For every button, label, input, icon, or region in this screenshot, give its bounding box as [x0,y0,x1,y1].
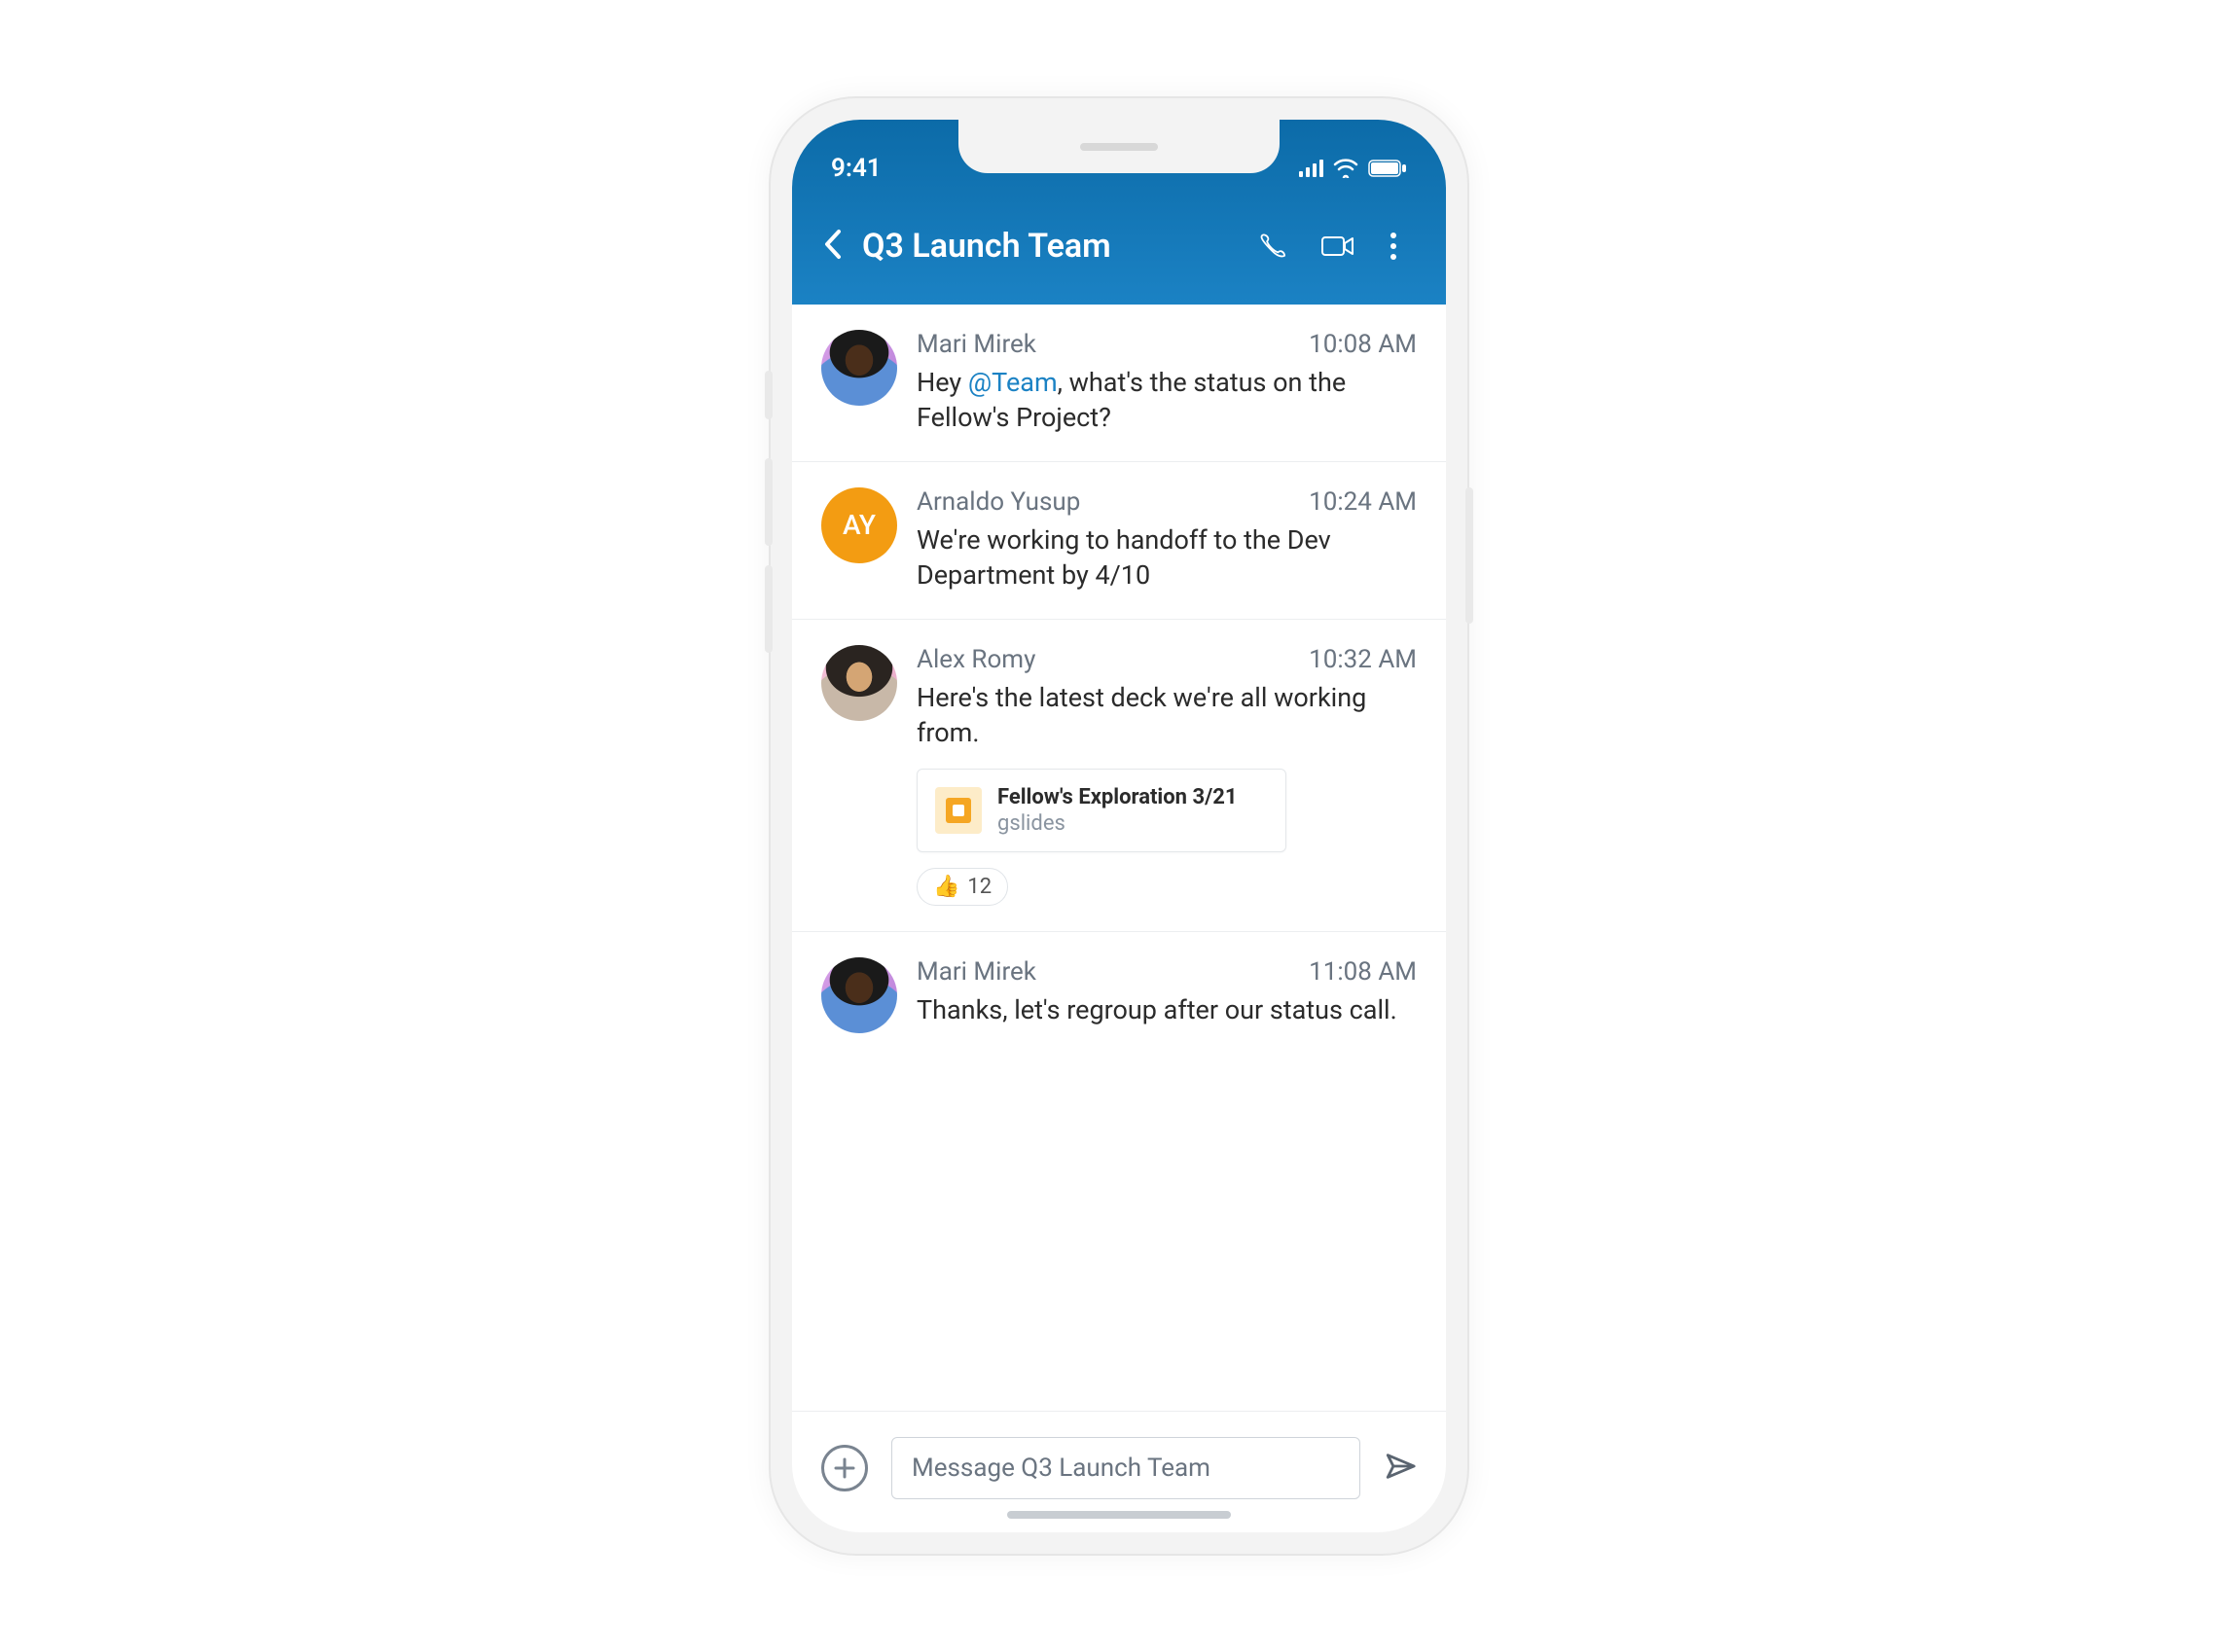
attachment-type: gslides [997,811,1238,836]
message-author[interactable]: Arnaldo Yusup [917,487,1080,517]
cellular-signal-icon [1299,160,1323,177]
message-input[interactable]: Message Q3 Launch Team [891,1437,1360,1499]
mention[interactable]: @Team [968,367,1058,398]
message-text: Here's the latest deck we're all working… [917,680,1417,751]
message-text: Hey @Team, what's the status on the Fell… [917,365,1417,436]
message-time: 10:32 AM [1309,645,1417,674]
message-author[interactable]: Mari Mirek [917,330,1036,359]
message-author[interactable]: Mari Mirek [917,957,1036,987]
power-button [1465,487,1473,624]
send-button[interactable] [1384,1450,1417,1487]
message-time: 10:24 AM [1309,487,1417,517]
volume-up-button [765,458,773,546]
attachment-card[interactable]: Fellow's Exploration 3/21 gslides [917,769,1286,852]
message-text: We're working to handoff to the Dev Depa… [917,522,1417,593]
reaction-emoji: 👍 [933,875,959,899]
notch [958,120,1280,173]
phone-frame: 9:41 Q3 Launch Team [769,96,1469,1556]
avatar[interactable]: AY [821,487,897,563]
more-options-icon[interactable] [1390,232,1397,261]
message-item[interactable]: Mari Mirek 11:08 AM Thanks, let's regrou… [792,932,1446,1059]
message-list[interactable]: Mari Mirek 10:08 AM Hey @Team, what's th… [792,305,1446,1411]
add-attachment-button[interactable] [821,1445,868,1491]
avatar[interactable] [821,645,897,721]
avatar[interactable] [821,957,897,1033]
silence-switch [765,371,773,419]
wifi-icon [1333,159,1358,178]
status-indicators [1299,159,1407,178]
back-button[interactable] [821,228,843,265]
video-call-icon[interactable] [1321,234,1354,258]
message-item[interactable]: Mari Mirek 10:08 AM Hey @Team, what's th… [792,305,1446,462]
message-time: 10:08 AM [1309,330,1417,359]
message-author[interactable]: Alex Romy [917,645,1035,674]
gslides-icon [935,787,982,834]
home-indicator[interactable] [1007,1511,1231,1519]
message-time: 11:08 AM [1309,957,1417,987]
channel-title[interactable]: Q3 Launch Team [862,227,1238,266]
reaction-count: 12 [967,875,992,899]
nav-bar: Q3 Launch Team [792,227,1446,266]
message-text: Thanks, let's regroup after our status c… [917,992,1417,1027]
attachment-title: Fellow's Exploration 3/21 [997,785,1238,809]
phone-call-icon[interactable] [1257,232,1286,261]
battery-icon [1368,160,1407,177]
message-item[interactable]: AY Arnaldo Yusup 10:24 AM We're working … [792,462,1446,620]
message-item[interactable]: Alex Romy 10:32 AM Here's the latest dec… [792,620,1446,932]
volume-down-button [765,565,773,653]
avatar[interactable] [821,330,897,406]
status-time: 9:41 [831,154,882,183]
reaction-chip[interactable]: 👍 12 [917,868,1008,906]
phone-screen: 9:41 Q3 Launch Team [792,120,1446,1532]
